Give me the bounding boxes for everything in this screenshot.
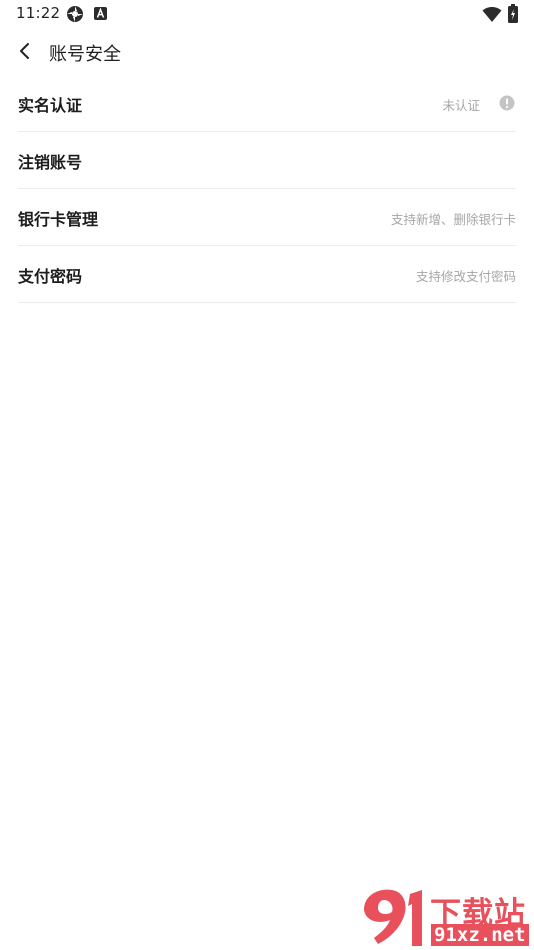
settings-item-close-account[interactable]: 注销账号: [18, 132, 516, 189]
settings-item-label: 支付密码: [18, 267, 83, 286]
settings-item-label: 实名认证: [18, 96, 83, 115]
watermark-logo: 下载站 91xz.net: [360, 886, 534, 950]
aperture-icon: [67, 6, 83, 22]
navigation-bar: 账号安全: [0, 32, 534, 72]
settings-item-hint: 支持修改支付密码: [415, 269, 516, 284]
page-title: 账号安全: [49, 44, 121, 65]
back-arrow-icon[interactable]: [12, 37, 38, 65]
watermark-domain: 91xz.net: [431, 924, 529, 946]
app-notification-icon: [94, 7, 107, 20]
wifi-icon: [482, 6, 502, 22]
battery-charging-icon: [508, 4, 518, 23]
watermark-91-logo-icon: [364, 889, 422, 946]
settings-item-hint: 支持新增、删除银行卡: [390, 212, 516, 227]
settings-item-label: 银行卡管理: [18, 210, 99, 229]
settings-list: 实名认证 未认证 注销账号 银行卡管理 支持新增、删除银行卡 支付密码 支持修改…: [18, 75, 516, 303]
settings-item-real-name-verification[interactable]: 实名认证 未认证: [18, 75, 516, 132]
settings-item-payment-password[interactable]: 支付密码 支持修改支付密码: [18, 246, 516, 303]
status-bar: 11:22: [0, 0, 534, 28]
info-circle-icon[interactable]: [499, 95, 515, 111]
verification-status: 未认证: [442, 98, 480, 113]
settings-item-label: 注销账号: [18, 153, 83, 172]
status-time: 11:22: [16, 4, 61, 22]
settings-item-bank-card-management[interactable]: 银行卡管理 支持新增、删除银行卡: [18, 189, 516, 246]
